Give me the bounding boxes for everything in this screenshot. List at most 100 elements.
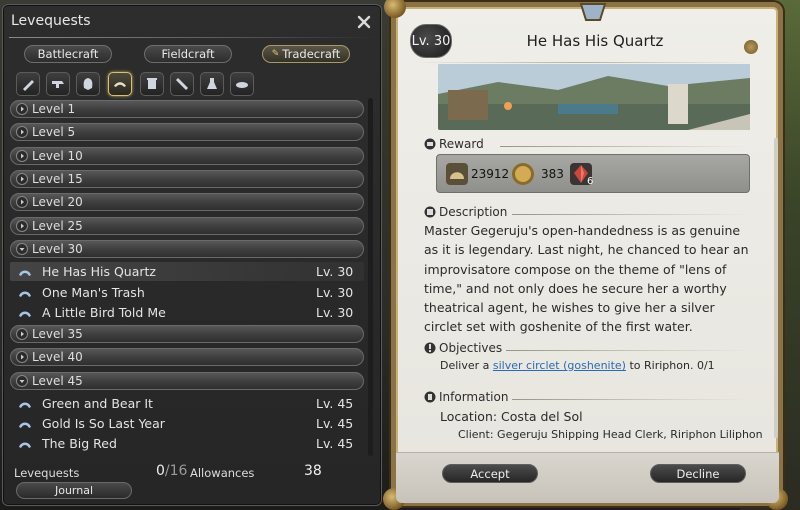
level-group-5[interactable]: Level 5 [10,123,364,141]
goldsmith-quest-icon [19,442,31,448]
reward-section-icon [424,138,436,150]
exp-icon [446,163,468,185]
window-title: Levequests [11,13,91,29]
title-divider [9,37,375,38]
levequests-count: 0/16 [156,463,187,479]
quest-level: Lv. 45 [316,396,354,411]
quest-row[interactable]: A Little Bird Told Me Lv. 30 [10,303,364,322]
quest-level: Lv. 45 [316,416,354,431]
leatherworker-icon[interactable] [140,72,164,96]
quest-name: Green and Bear It [42,396,153,411]
quest-name: One Man's Trash [42,285,145,300]
quest-row[interactable]: Gold Is So Last Year Lv. 45 [10,414,364,433]
section-divider [506,350,750,351]
tab-battlecraft[interactable]: Battlecraft [24,45,112,63]
collapse-arrow-icon [16,243,28,255]
section-divider [500,146,750,147]
level-label: Level 35 [32,327,83,341]
level-group-10[interactable]: Level 10 [10,147,364,165]
journal-button[interactable]: Journal [16,482,132,499]
frame-ornament [744,40,758,54]
level-group-20[interactable]: Level 20 [10,193,364,211]
level-group-40[interactable]: Level 40 [10,348,364,366]
objective-text: Deliver a silver circlet (goshenite) to … [440,359,750,372]
allowances-value: 38 [304,463,322,479]
quest-title: He Has His Quartz [526,32,664,50]
weaver-icon[interactable] [170,72,194,96]
accept-button[interactable]: Accept [442,464,538,483]
quest-row[interactable]: One Man's Trash Lv. 30 [10,283,364,302]
expand-arrow-icon [16,103,28,115]
accept-label: Accept [470,466,510,481]
allowances-label: Allowances [190,466,255,480]
decline-button[interactable]: Decline [650,464,746,483]
reward-exp[interactable]: 23912 [445,162,509,186]
gem-ornament-icon [579,3,607,21]
level-group-1[interactable]: Level 1 [10,100,364,118]
expand-arrow-icon [16,173,28,185]
blacksmith-icon[interactable] [46,72,70,96]
objectives-section-icon [424,342,436,354]
quest-row[interactable]: Green and Bear It Lv. 45 [10,394,364,413]
close-icon [357,15,371,29]
level-group-25[interactable]: Level 25 [10,217,364,235]
list-scrollbar[interactable] [368,98,373,456]
goldsmith-icon[interactable] [108,72,132,96]
level-badge: Lv. 30 [410,24,452,58]
objectives-header-label: Objectives [439,341,503,355]
level-group-30[interactable]: Level 30 [10,240,364,258]
expand-arrow-icon [16,150,28,162]
level-label: Level 40 [32,350,83,364]
level-label: Level 15 [32,172,83,186]
levequests-current: 0 [156,463,165,479]
armorer-icon[interactable] [76,72,100,96]
location-banner-image [438,64,750,130]
carpenter-icon[interactable] [16,72,40,96]
goldsmith-quest-icon [19,422,31,428]
goldsmith-quest-icon [19,270,31,276]
description-section-icon [424,206,436,218]
level-label: Level 10 [32,149,83,163]
quest-row[interactable]: He Has His Quartz Lv. 30 [10,262,364,281]
levequests-label: Levequests [14,466,80,480]
section-divider [512,399,750,400]
expand-arrow-icon [16,126,28,138]
levequest-footer: Levequests 0/16 Allowances 38 Journal [10,460,370,500]
expand-arrow-icon [16,220,28,232]
level-label: Level 20 [32,195,83,209]
level-label: Level 25 [32,219,83,233]
level-group-45[interactable]: Level 45 [10,372,364,390]
culinarian-icon[interactable] [230,72,254,96]
detail-scrollbar[interactable] [774,138,778,438]
quest-level: Lv. 30 [316,285,354,300]
objective-item-link[interactable]: silver circlet (goshenite) [493,359,626,372]
quest-location: Location: Costa del Sol [440,409,583,424]
reward-gil[interactable]: 383 [511,162,564,186]
quest-row[interactable]: The Big Red Lv. 45 [10,434,364,453]
reward-value: 383 [541,167,564,181]
description-header-label: Description [439,205,508,219]
expand-arrow-icon [16,328,28,340]
levequests-max: /16 [164,463,188,479]
decline-label: Decline [676,466,720,481]
level-group-35[interactable]: Level 35 [10,325,364,343]
level-group-15[interactable]: Level 15 [10,170,364,188]
reward-header-label: Reward [439,137,484,151]
tab-label: Fieldcraft [161,47,215,61]
quest-name: The Big Red [42,436,117,451]
gil-icon [512,163,534,185]
title-divider [410,62,750,63]
journal-label: Journal [54,484,94,497]
level-label: Level 5 [32,125,76,139]
close-button[interactable] [355,13,373,31]
category-tabs: Battlecraft Fieldcraft ✎ Tradecraft [24,45,354,65]
tab-tradecraft[interactable]: ✎ Tradecraft [262,45,350,63]
collapse-arrow-icon [16,375,28,387]
tab-fieldcraft[interactable]: Fieldcraft [144,45,232,63]
reward-crystal[interactable]: 6 [569,162,593,187]
description-header: Description [424,205,507,219]
objective-prefix: Deliver a [440,359,493,372]
quest-level: Lv. 30 [316,264,354,279]
tab-label: Tradecraft [282,47,341,61]
alchemist-icon[interactable] [200,72,224,96]
